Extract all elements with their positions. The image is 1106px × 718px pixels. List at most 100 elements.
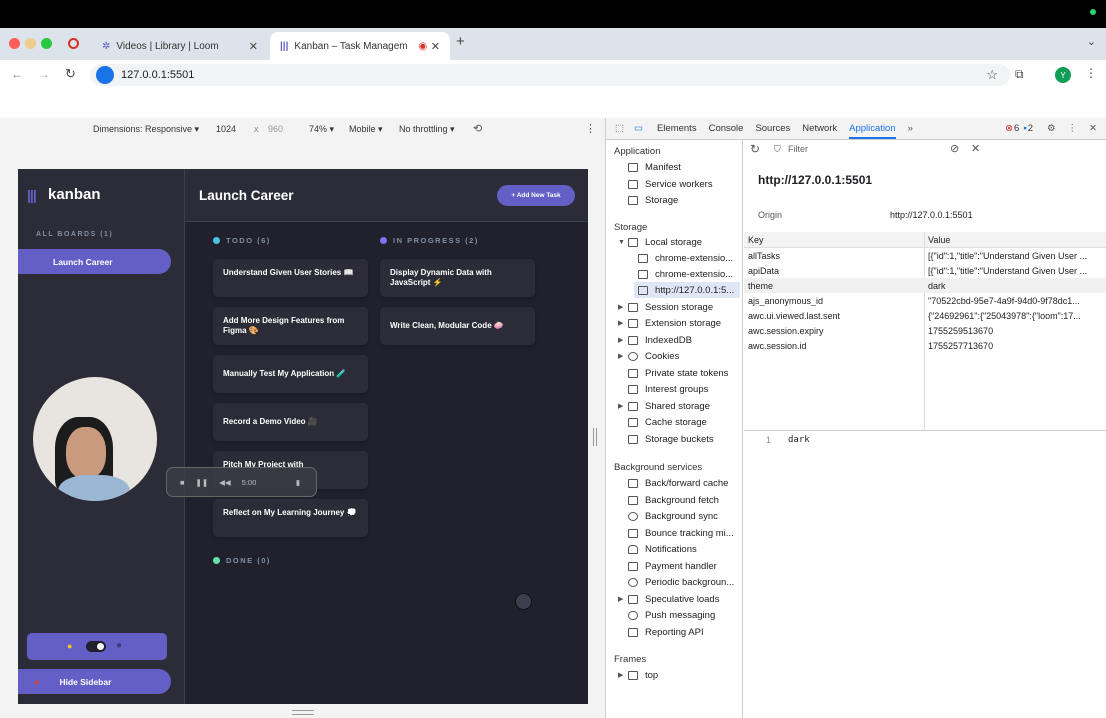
nav-background-sync[interactable]: Background sync [628,508,718,524]
nav-payment-handler[interactable]: Payment handler [628,558,717,574]
devtools-menu-icon[interactable]: ⋮ [1068,123,1078,134]
collapsed-arrow-icon[interactable]: ▶ [618,595,628,603]
nav-local-storage-ext-2[interactable]: chrome-extensio... [638,266,733,282]
tab-kanban[interactable]: ||| Kanban – Task Managem ◉ ✕ [270,32,450,60]
site-info-icon[interactable] [96,66,114,84]
profile-avatar[interactable]: Y [1055,67,1071,83]
collapsed-arrow-icon[interactable]: ▶ [618,352,628,360]
close-window-button[interactable] [9,38,20,49]
nav-local-storage-localhost[interactable]: http://127.0.0.1:5... [634,282,740,298]
task-card[interactable]: Add More Design Features from Figma 🎨 [213,307,368,345]
rotate-icon[interactable]: ⟲ [473,122,482,135]
close-devtools-icon[interactable]: ✕ [1089,123,1097,134]
column-header-value[interactable]: Value [928,235,950,245]
nav-frame-top[interactable]: ▶ top [618,667,658,683]
extensions-icon[interactable]: ⧉ [1015,67,1024,82]
address-bar[interactable]: 127.0.0.1:5501 ☆ [90,64,1010,86]
add-new-task-button[interactable]: + Add New Task [497,185,575,206]
height-input[interactable]: 960 [268,124,283,134]
nav-reporting-api[interactable]: Reporting API [628,624,704,640]
close-icon[interactable]: ✕ [249,40,258,53]
theme-toggle-switch[interactable] [86,641,106,652]
board-item-launch-career[interactable]: Launch Career [18,249,171,274]
task-card[interactable]: Write Clean, Modular Code 🧼 [380,307,535,345]
nav-push-messaging[interactable]: Push messaging [628,607,715,623]
webcam-bubble[interactable] [33,377,157,501]
filter-input[interactable]: Filter [788,144,938,154]
collapsed-arrow-icon[interactable]: ▶ [618,319,628,327]
error-icon[interactable]: ⊗ [1005,123,1013,134]
task-card[interactable]: Display Dynamic Data with JavaScript ⚡ [380,259,535,297]
nav-cache-storage[interactable]: Cache storage [628,414,707,430]
task-card[interactable]: Reflect on My Learning Journey 💭 [213,499,368,537]
tab-application[interactable]: Application [849,119,896,139]
zoom-dropdown[interactable]: 74% ▾ [309,124,334,135]
nav-back-forward-cache[interactable]: Back/forward cache [628,475,728,491]
nav-periodic-background-sync[interactable]: Periodic backgroun... [628,574,734,590]
table-row[interactable]: allTasks [{"id":1,"title":"Understand Giv… [744,248,1106,263]
task-card[interactable]: Understand Given User Stories 📖 [213,259,368,297]
throttling-dropdown[interactable]: No throttling ▾ [399,124,455,135]
table-row[interactable]: ajs_anonymous_id "70522cbd-95e7-4a9f-94d0… [744,293,1106,308]
stop-icon[interactable]: ■ [180,478,185,487]
task-card[interactable]: Record a Demo Video 🎥 [213,403,368,441]
table-row[interactable]: awc.session.expiry 1755259513670 [744,323,1106,338]
minimize-window-button[interactable] [25,38,36,49]
collapsed-arrow-icon[interactable]: ▶ [618,402,628,410]
collapsed-arrow-icon[interactable]: ▶ [618,671,628,679]
settings-gear-icon[interactable]: ⚙ [1047,123,1056,134]
tab-search-chevron-icon[interactable]: ⌄ [1087,35,1096,48]
message-icon[interactable]: ▪ [1023,123,1026,134]
table-row-selected[interactable]: theme dark [744,278,1106,293]
refresh-icon[interactable]: ↻ [750,142,760,156]
nav-service-workers[interactable]: Service workers [628,176,713,192]
tab-elements[interactable]: Elements [657,123,697,134]
trash-icon[interactable]: ▮ [296,478,300,487]
forward-arrow-icon[interactable]: → [38,67,50,81]
nav-storage-buckets[interactable]: Storage buckets [628,431,714,447]
nav-cookies[interactable]: ▶ Cookies [618,348,679,364]
device-toggle-icon[interactable]: ▭ [634,123,643,134]
device-dropdown[interactable]: Mobile ▾ [349,124,383,135]
restart-icon[interactable]: ◀◀ [219,478,231,487]
nav-extension-storage[interactable]: ▶ Extension storage [618,315,721,331]
nav-background-fetch[interactable]: Background fetch [628,492,719,508]
pause-icon[interactable]: ❚❚ [196,478,209,487]
back-arrow-icon[interactable]: ← [11,67,23,81]
nav-storage[interactable]: Storage [628,192,678,208]
tab-console[interactable]: Console [709,123,744,134]
close-icon[interactable]: ✕ [431,40,440,53]
bookmark-star-icon[interactable]: ☆ [986,67,998,83]
browser-menu-icon[interactable]: ⋮ [1085,66,1097,80]
nav-local-storage-ext-1[interactable]: chrome-extensio... [638,250,733,266]
nav-interest-groups[interactable]: Interest groups [628,381,708,397]
table-row[interactable]: awc.ui.viewed.last.sent {"24692961":{"250… [744,308,1106,323]
dimensions-dropdown[interactable]: Dimensions: Responsive ▾ [93,124,199,135]
nav-session-storage[interactable]: ▶ Session storage [618,299,713,315]
viewport-resize-handle-bottom[interactable] [292,710,314,715]
nav-indexeddb[interactable]: ▶ IndexedDB [618,332,692,348]
tab-loom[interactable]: ✲ Videos | Library | Loom ✕ [92,32,268,60]
width-input[interactable]: 1024 [216,124,236,134]
nav-manifest[interactable]: Manifest [628,159,681,175]
new-tab-button[interactable]: + [456,33,465,50]
nav-bounce-tracking[interactable]: Bounce tracking mi... [628,525,734,541]
delete-selected-icon[interactable]: ✕ [971,142,980,155]
tab-sources[interactable]: Sources [755,123,790,134]
reload-icon[interactable]: ↻ [65,66,76,82]
collapsed-arrow-icon[interactable]: ▶ [618,303,628,311]
nav-notifications[interactable]: Notifications [628,541,697,557]
inspect-icon[interactable]: ⬚ [615,123,624,134]
more-tabs-icon[interactable]: » [908,123,913,134]
hide-sidebar-button[interactable]: ● Hide Sidebar [18,669,171,694]
viewport-resize-handle-right[interactable] [593,428,597,446]
expanded-arrow-icon[interactable]: ▼ [618,239,628,246]
nav-local-storage[interactable]: ▼ Local storage [618,234,702,250]
nav-shared-storage[interactable]: ▶ Shared storage [618,398,710,414]
zoom-window-button[interactable] [41,38,52,49]
collapsed-arrow-icon[interactable]: ▶ [618,336,628,344]
device-toolbar-menu-icon[interactable]: ⋮ [585,122,596,135]
clear-all-icon[interactable]: ⊘ [950,142,959,155]
nav-speculative-loads[interactable]: ▶ Speculative loads [618,591,719,607]
column-header-key[interactable]: Key [748,235,764,245]
